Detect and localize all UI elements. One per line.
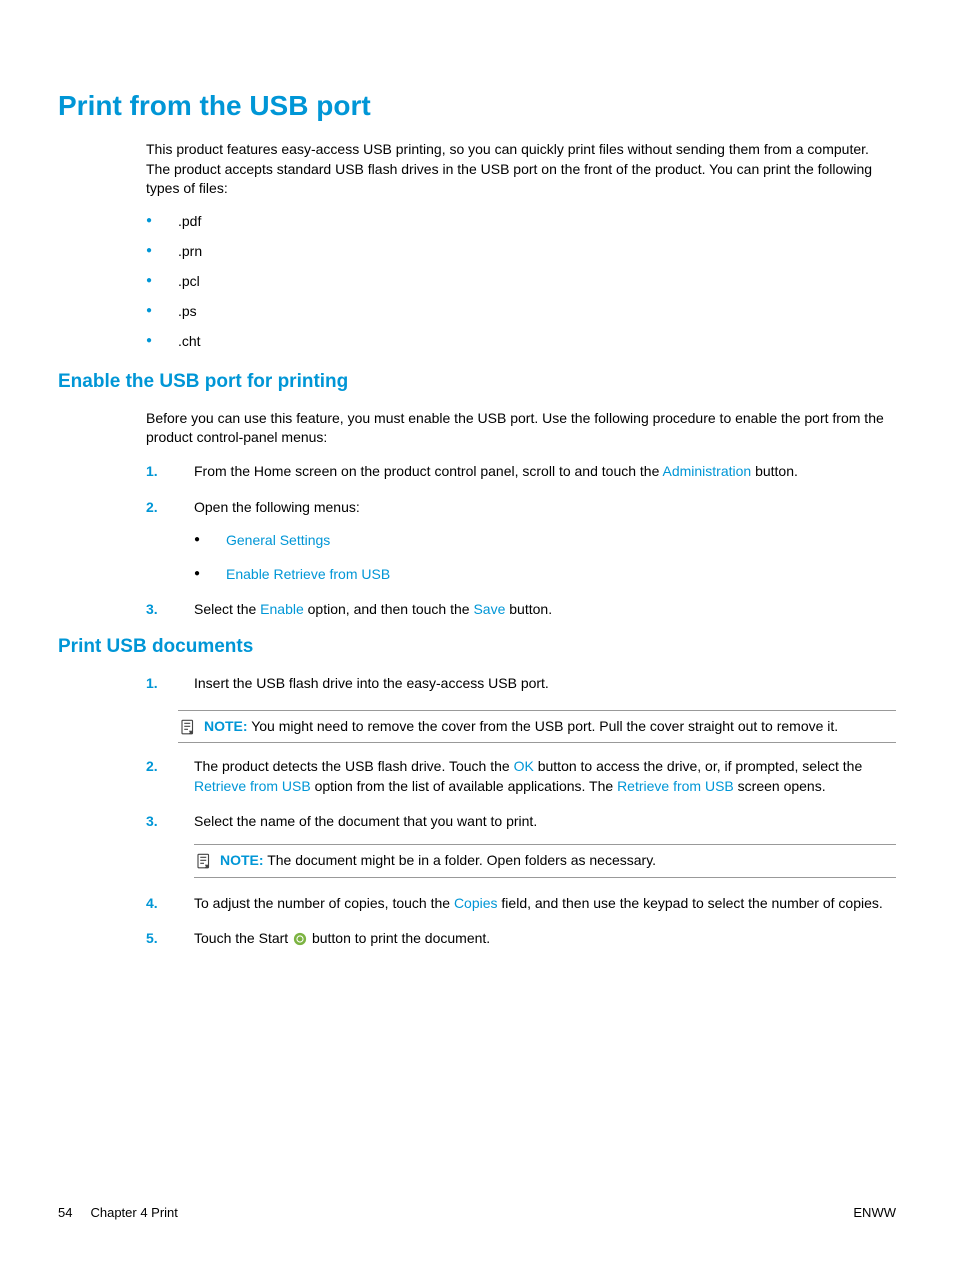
step-item: 3. Select the Enable option, and then to…: [146, 600, 896, 620]
step-text: Insert the USB flash drive into the easy…: [194, 675, 549, 691]
step-text: field, and then use the keypad to select…: [498, 895, 883, 911]
step-text: Touch the Start: [194, 930, 292, 946]
step-text: Select the: [194, 601, 260, 617]
note-text: The document might be in a folder. Open …: [267, 852, 656, 868]
menu-item: General Settings: [194, 531, 896, 551]
page-number: 54: [58, 1205, 72, 1220]
ui-reference: Administration: [662, 463, 751, 479]
step-text: button to access the drive, or, if promp…: [534, 758, 862, 774]
note-content: NOTE: You might need to remove the cover…: [204, 717, 838, 737]
step-item: 5. Touch the Start button to print the d…: [146, 929, 896, 949]
note-text: You might need to remove the cover from …: [251, 718, 838, 734]
ui-reference: Enable: [260, 601, 304, 617]
step-item: 1. From the Home screen on the product c…: [146, 462, 896, 482]
intro-paragraph: This product features easy-access USB pr…: [146, 140, 896, 199]
step-item: 2. Open the following menus: General Set…: [146, 498, 896, 585]
step-text: button.: [751, 463, 798, 479]
note-icon: [194, 852, 214, 870]
print-steps-list-cont: 2. The product detects the USB flash dri…: [146, 757, 896, 949]
menu-list: General Settings Enable Retrieve from US…: [194, 531, 896, 584]
ui-reference: Retrieve from USB: [617, 778, 734, 794]
file-types-list: .pdf .prn .pcl .ps .cht: [146, 213, 896, 349]
step-item: 3. Select the name of the document that …: [146, 812, 896, 877]
ui-reference: OK: [514, 758, 534, 774]
step-number: 3.: [146, 600, 158, 620]
note-block: NOTE: You might need to remove the cover…: [146, 710, 896, 744]
step-text: button to print the document.: [308, 930, 490, 946]
start-icon: [293, 932, 307, 946]
list-item: .pcl: [146, 273, 896, 289]
step-number: 3.: [146, 812, 158, 832]
step-number: 4.: [146, 894, 158, 914]
enable-steps-list: 1. From the Home screen on the product c…: [146, 462, 896, 620]
step-item: 4. To adjust the number of copies, touch…: [146, 894, 896, 914]
step-item: 2. The product detects the USB flash dri…: [146, 757, 896, 796]
note-label: NOTE:: [220, 852, 264, 868]
chapter-label: Chapter 4 Print: [90, 1205, 177, 1220]
note-content: NOTE: The document might be in a folder.…: [220, 851, 656, 871]
print-steps-list: 1. Insert the USB flash drive into the e…: [146, 674, 896, 694]
list-item: .pdf: [146, 213, 896, 229]
ui-reference: Copies: [454, 895, 498, 911]
step-text: Select the name of the document that you…: [194, 813, 537, 829]
note-icon: [178, 718, 198, 736]
page-footer: 54 Chapter 4 Print ENWW: [58, 1205, 896, 1220]
section-heading-print: Print USB documents: [58, 636, 896, 658]
step-text: To adjust the number of copies, touch th…: [194, 895, 454, 911]
list-item: .cht: [146, 333, 896, 349]
step-text: Open the following menus:: [194, 499, 360, 515]
list-item: .ps: [146, 303, 896, 319]
footer-right: ENWW: [853, 1205, 896, 1220]
note-label: NOTE:: [204, 718, 248, 734]
step-number: 2.: [146, 498, 158, 518]
step-number: 5.: [146, 929, 158, 949]
ui-reference: Save: [473, 601, 505, 617]
page-title: Print from the USB port: [58, 90, 896, 122]
step-text: button.: [505, 601, 552, 617]
step-text: screen opens.: [734, 778, 826, 794]
section-heading-enable: Enable the USB port for printing: [58, 371, 896, 393]
step-text: The product detects the USB flash drive.…: [194, 758, 514, 774]
section1-intro: Before you can use this feature, you mus…: [146, 409, 896, 448]
step-number: 1.: [146, 462, 158, 482]
list-item: .prn: [146, 243, 896, 259]
step-item: 1. Insert the USB flash drive into the e…: [146, 674, 896, 694]
step-number: 1.: [146, 674, 158, 694]
menu-item: Enable Retrieve from USB: [194, 565, 896, 585]
step-text: From the Home screen on the product cont…: [194, 463, 662, 479]
ui-reference: Retrieve from USB: [194, 778, 311, 794]
step-number: 2.: [146, 757, 158, 777]
step-text: option, and then touch the: [304, 601, 474, 617]
step-text: option from the list of available applic…: [311, 778, 617, 794]
